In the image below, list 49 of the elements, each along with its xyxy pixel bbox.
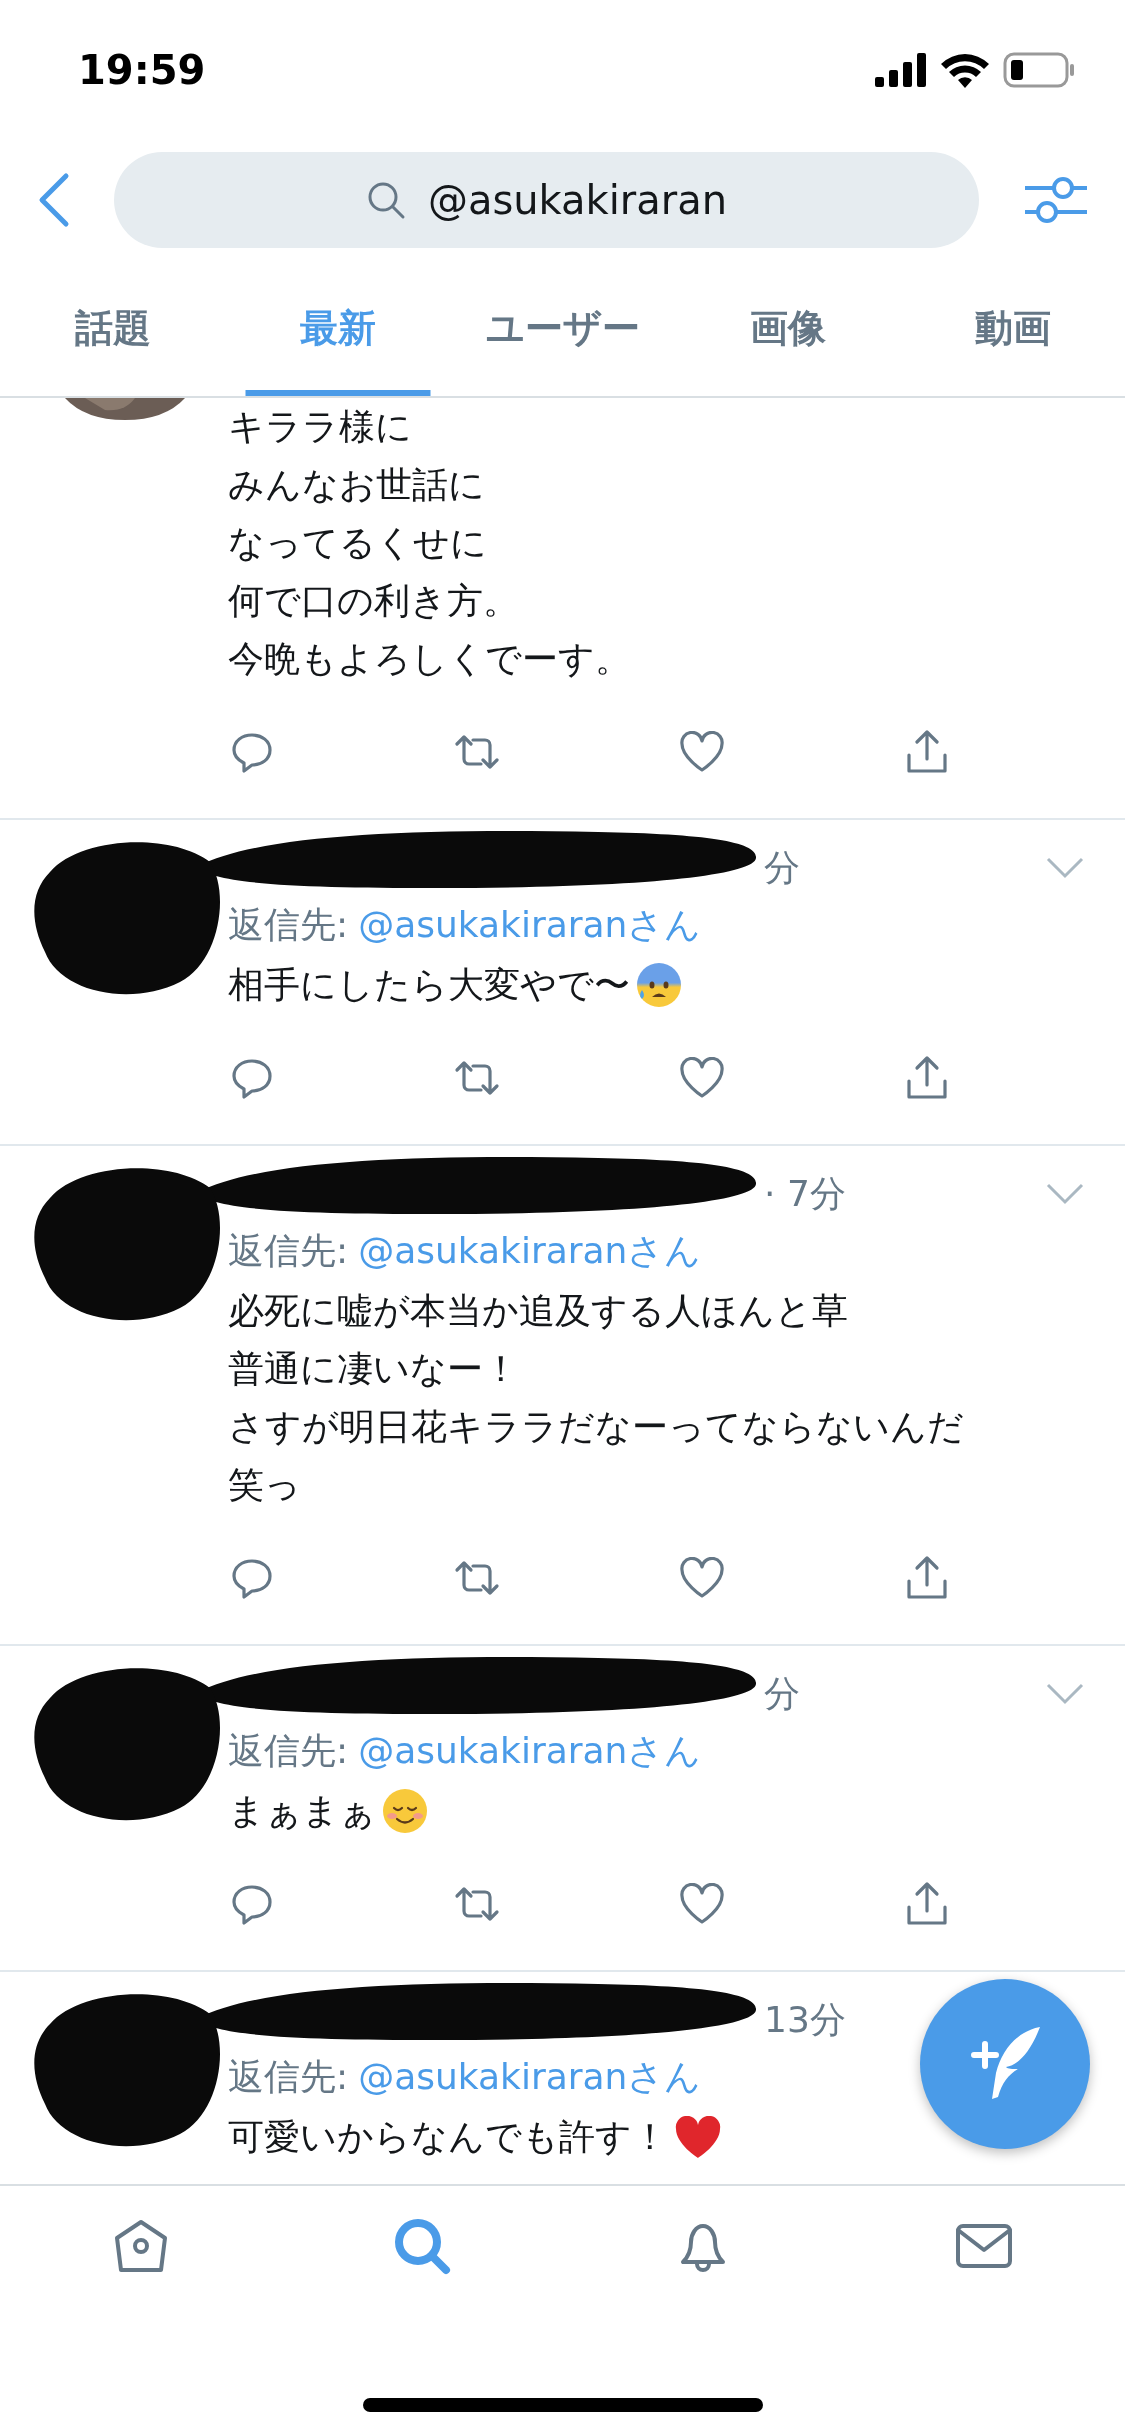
reply-icon xyxy=(230,1556,274,1600)
reply-icon xyxy=(230,730,274,774)
mention-link[interactable]: @asukakiraranさん xyxy=(358,903,702,945)
search-field[interactable]: @asukakiraran xyxy=(114,152,979,248)
reply-to-text: 返信先: @asukakiraranさん xyxy=(228,2054,702,2099)
mention-link[interactable]: @asukakiraranさん xyxy=(358,2055,702,2097)
search-tab[interactable]: 最新 xyxy=(225,260,450,396)
tweet-time: 13分 xyxy=(764,1997,846,2042)
tweet-text: 何で口の利き方。 xyxy=(228,579,519,623)
reply-icon xyxy=(230,1882,274,1926)
search-tab[interactable]: 話題 xyxy=(0,260,225,396)
tweet-text: 相手にしたら大変やで〜 xyxy=(228,963,630,1007)
share-icon xyxy=(905,729,949,775)
tweet-time: 分 xyxy=(764,845,800,890)
heart-icon xyxy=(679,1557,725,1599)
tweet-time: · 7分 xyxy=(764,1171,846,1216)
tweet-text: 必死に嘘が本当か追及する人ほんと草 xyxy=(228,1289,848,1333)
tweet-text: まぁまぁ xyxy=(228,1789,376,1833)
heart-emoji-icon xyxy=(674,2116,722,2160)
signal-icon xyxy=(875,53,927,87)
share-icon xyxy=(905,1555,949,1601)
tweet-text: 今晩もよろしくでーす。 xyxy=(228,637,631,681)
tweet-time: 分 xyxy=(764,1671,800,1716)
tweet-text: キララ様に xyxy=(228,405,412,449)
tweet-text: 笑っ xyxy=(228,1463,301,1507)
smiling-face-emoji-icon xyxy=(382,1788,428,1834)
reply-to-text: 返信先: @asukakiraranさん xyxy=(228,1728,702,1773)
tweet-text: さすが明日花キララだなーってならないんだ xyxy=(228,1405,964,1449)
tweet-text: なってるくせに xyxy=(228,521,487,565)
anxious-face-emoji-icon xyxy=(636,962,682,1008)
mention-link[interactable]: @asukakiraranさん xyxy=(358,1729,702,1771)
heart-icon xyxy=(679,1057,725,1099)
battery-icon xyxy=(1003,52,1075,88)
mention-link[interactable]: @asukakiraranさん xyxy=(358,1229,702,1271)
heart-icon xyxy=(679,1883,725,1925)
tweet-text: みんなお世話に xyxy=(228,463,485,507)
reply-to-text: 返信先: @asukakiraranさん xyxy=(228,1228,702,1273)
reply-icon xyxy=(230,1056,274,1100)
search-tab[interactable]: 画像 xyxy=(675,260,900,396)
search-tab[interactable]: 動画 xyxy=(900,260,1125,396)
tweet-text: 可愛いからなんでも許す！ xyxy=(228,2115,668,2159)
status-time: 19:59 xyxy=(78,47,206,93)
share-icon xyxy=(905,1881,949,1927)
tweet-text: 普通に凄いなー！ xyxy=(228,1347,519,1391)
reply-to-text: 返信先: @asukakiraranさん xyxy=(228,902,702,947)
search-tab[interactable]: ユーザー xyxy=(450,260,675,396)
heart-icon xyxy=(679,731,725,773)
share-icon xyxy=(905,1055,949,1101)
wifi-icon xyxy=(941,52,989,88)
